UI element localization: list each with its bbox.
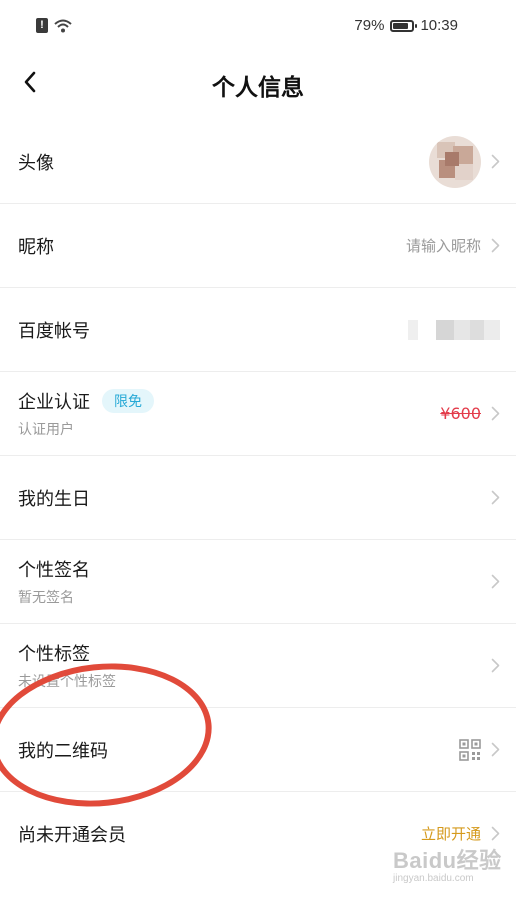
watermark-logo: Baidu经验 [393, 848, 502, 873]
row-qr-code[interactable]: 我的二维码 [0, 708, 516, 792]
chevron-right-icon [491, 406, 500, 421]
status-right: 79% 10:39 [354, 17, 458, 34]
original-price: ¥600 [440, 404, 481, 423]
row-label: 百度帐号 [18, 320, 90, 342]
row-baidu-account: 百度帐号 [0, 288, 516, 372]
row-label: 昵称 [18, 236, 54, 258]
chevron-right-icon [491, 574, 500, 589]
avatar [429, 135, 481, 188]
nickname-placeholder: 请输入昵称 [405, 237, 481, 255]
battery-percent: 79% [354, 17, 385, 34]
wifi-icon [54, 19, 72, 32]
chevron-right-icon [491, 742, 500, 757]
status-bar: ! 79% 10:39 [0, 0, 516, 50]
chevron-right-icon [491, 154, 500, 169]
row-label: 我的生日 [18, 488, 90, 510]
chevron-right-icon [491, 238, 500, 253]
qr-code-icon [459, 738, 481, 761]
profile-settings-list: 头像 昵称 请输入昵称 百度帐号 企业认证 限免 认证用户 ¥600 我的生日 … [0, 120, 516, 875]
top-nav: 个人信息 [0, 50, 516, 116]
row-label: 尚未开通会员 [18, 824, 126, 846]
row-avatar[interactable]: 头像 [0, 120, 516, 204]
masked-account-value [408, 319, 500, 340]
row-enterprise-verify[interactable]: 企业认证 限免 认证用户 ¥600 [0, 372, 516, 456]
battery-icon [390, 19, 418, 32]
row-signature[interactable]: 个性签名 暂无签名 [0, 540, 516, 624]
status-left: ! [36, 18, 72, 33]
row-label: 企业认证 [18, 392, 90, 413]
free-badge: 限免 [102, 389, 154, 413]
chevron-right-icon [491, 658, 500, 673]
activate-vip-link[interactable]: 立即开通 [421, 823, 481, 844]
clock: 10:39 [420, 17, 458, 34]
row-subtitle: 未设置个性标签 [18, 674, 116, 690]
row-label: 我的二维码 [18, 740, 108, 762]
watermark: Baidu经验 jingyan.baidu.com [393, 843, 502, 884]
row-label: 个性签名 [18, 560, 90, 581]
row-subtitle: 暂无签名 [18, 590, 74, 606]
row-label: 头像 [18, 152, 54, 174]
chevron-right-icon [491, 826, 500, 841]
row-subtitle: 认证用户 [18, 422, 74, 438]
page-title: 个人信息 [212, 75, 304, 101]
row-nickname[interactable]: 昵称 请输入昵称 [0, 204, 516, 288]
row-birthday[interactable]: 我的生日 [0, 456, 516, 540]
row-personal-tags[interactable]: 个性标签 未设置个性标签 [0, 624, 516, 708]
chevron-right-icon [491, 490, 500, 505]
alert-icon: ! [36, 18, 48, 33]
row-label: 个性标签 [18, 644, 90, 665]
